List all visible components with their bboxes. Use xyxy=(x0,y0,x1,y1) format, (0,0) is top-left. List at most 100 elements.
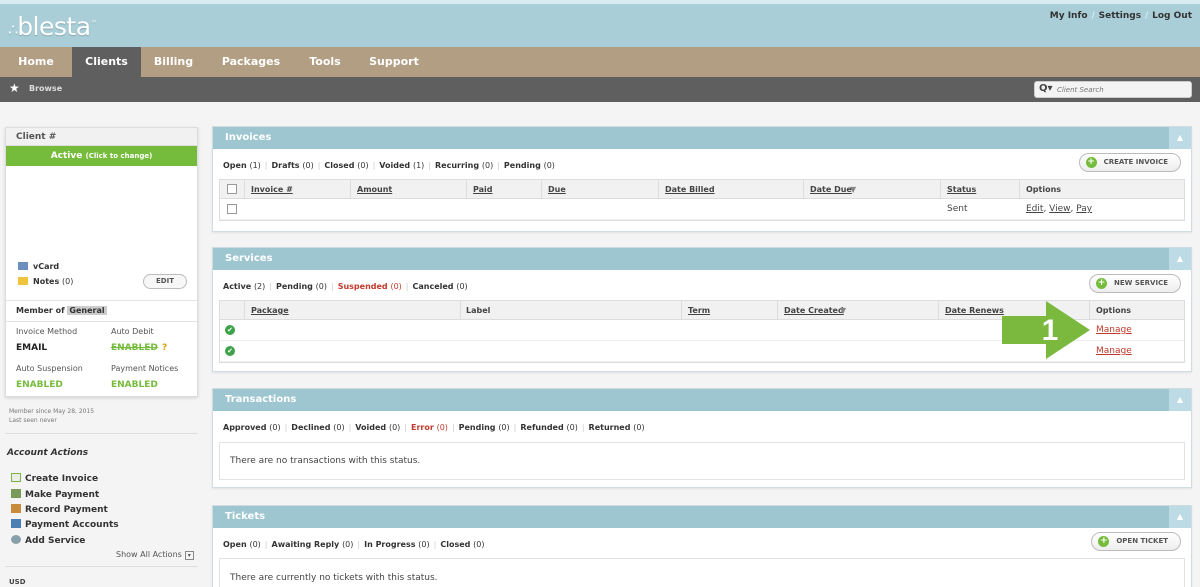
invoice-pay-link[interactable]: Pay xyxy=(1076,204,1092,214)
filter-in-progress[interactable]: In Progress (0) xyxy=(364,540,430,549)
filter-voided[interactable]: Voided (0) xyxy=(355,423,400,432)
payment-accounts-icon xyxy=(11,519,21,528)
create-invoice-icon xyxy=(11,473,21,482)
action-payment-accounts[interactable]: Payment Accounts xyxy=(11,519,119,530)
collapse-icon[interactable]: ▲ xyxy=(1169,389,1191,411)
sidebar-divider xyxy=(5,566,198,567)
top-bar: ∴blesta™ My Info / Settings / Log Out xyxy=(0,0,1200,47)
filter-error[interactable]: Error (0) xyxy=(411,423,448,432)
log-out-link[interactable]: Log Out xyxy=(1152,11,1192,21)
invoice-edit-link[interactable]: Edit xyxy=(1026,204,1043,214)
invoice-view-link[interactable]: View xyxy=(1049,204,1070,214)
col-due[interactable]: Due xyxy=(548,185,566,194)
filter-open[interactable]: Open (1) xyxy=(223,161,261,170)
invoice-filters: Open (1) | Drafts (0) | Closed (0) | Voided (1… xyxy=(223,161,555,170)
filter-refunded[interactable]: Refunded (0) xyxy=(520,423,577,432)
tickets-panel: Tickets ▲ Open (0) | Awaiting Reply (0) | In … xyxy=(212,505,1192,587)
client-status-hint: (Click to change) xyxy=(85,152,153,160)
tab-packages[interactable]: Packages xyxy=(206,47,296,77)
col-date-created[interactable]: Date Created xyxy=(784,306,844,315)
col-status[interactable]: Status xyxy=(947,185,976,194)
notes-link[interactable]: Notes (0) xyxy=(18,277,73,286)
action-create-invoice[interactable]: Create Invoice xyxy=(11,473,98,484)
star-icon: ★ xyxy=(9,81,20,95)
col-date-due[interactable]: Date Due xyxy=(810,185,852,194)
col-amount[interactable]: Amount xyxy=(357,185,392,194)
last-seen: Last seen never xyxy=(9,417,57,424)
main-nav: Home Clients Billing Packages Tools Supp… xyxy=(0,47,1200,77)
row-checkbox[interactable] xyxy=(227,204,237,214)
collapse-icon[interactable]: ▲ xyxy=(1169,248,1191,270)
filter-recurring[interactable]: Recurring (0) xyxy=(435,161,493,170)
blesta-logo[interactable]: ∴blesta™ xyxy=(8,12,97,41)
filter-approved[interactable]: Approved (0) xyxy=(223,423,281,432)
auto-debit-help-icon[interactable]: ? xyxy=(162,343,167,353)
account-actions-title: Account Actions xyxy=(7,448,89,458)
browse-link[interactable]: Browse xyxy=(29,84,62,93)
filter-drafts[interactable]: Drafts (0) xyxy=(272,161,314,170)
tickets-header: Tickets ▲ xyxy=(213,506,1191,528)
callout-arrow-icon: 1 xyxy=(1002,301,1090,359)
manage-service-link[interactable]: Manage xyxy=(1096,346,1132,356)
client-status-toggle[interactable]: Active (Click to change) xyxy=(6,146,197,166)
col-invoice-number[interactable]: Invoice # xyxy=(251,185,293,194)
vcard-link[interactable]: vCard xyxy=(18,262,59,271)
edit-client-button[interactable]: EDIT xyxy=(143,274,187,289)
new-service-button[interactable]: + NEW SERVICE xyxy=(1089,274,1181,293)
filter-closed[interactable]: Closed (0) xyxy=(440,540,484,549)
col-term[interactable]: Term xyxy=(688,306,710,315)
auto-suspension-value: ENABLED xyxy=(16,380,63,390)
plus-icon: + xyxy=(1096,278,1108,289)
col-date-renews[interactable]: Date Renews xyxy=(945,306,1004,315)
tab-billing[interactable]: Billing xyxy=(141,47,206,77)
payment-notices-label: Payment Notices xyxy=(111,364,179,373)
my-info-link[interactable]: My Info xyxy=(1050,11,1088,21)
col-date-billed[interactable]: Date Billed xyxy=(665,185,715,194)
collapse-icon[interactable]: ▲ xyxy=(1169,506,1191,528)
filter-pending[interactable]: Pending (0) xyxy=(276,282,327,291)
collapse-icon[interactable]: ▲ xyxy=(1169,127,1191,149)
search-icon[interactable]: Q▾ xyxy=(1039,83,1053,94)
action-make-payment[interactable]: Make Payment xyxy=(11,489,99,500)
select-all-checkbox[interactable] xyxy=(227,184,237,194)
open-ticket-button[interactable]: + OPEN TICKET xyxy=(1091,532,1181,551)
invoices-panel: Invoices ▲ Open (1) | Drafts (0) | Closed (0)… xyxy=(212,126,1192,232)
plus-icon: + xyxy=(1098,536,1110,547)
client-search-input[interactable] xyxy=(1057,83,1187,96)
filter-suspended[interactable]: Suspended (0) xyxy=(338,282,402,291)
sort-desc-icon: ▼ xyxy=(850,185,857,194)
tab-clients[interactable]: Clients xyxy=(72,47,141,77)
manage-service-link[interactable]: Manage xyxy=(1096,325,1132,335)
auto-debit-value[interactable]: ENABLED xyxy=(111,343,158,353)
active-status-icon: ✔ xyxy=(225,346,235,356)
filter-declined[interactable]: Declined (0) xyxy=(291,423,344,432)
filter-pending[interactable]: Pending (0) xyxy=(459,423,510,432)
filter-returned[interactable]: Returned (0) xyxy=(589,423,645,432)
top-links: My Info / Settings / Log Out xyxy=(1049,11,1192,21)
col-package[interactable]: Package xyxy=(251,306,289,315)
sub-nav: ★ Browse Q▾ xyxy=(0,77,1200,102)
logo-text: blesta xyxy=(17,12,91,41)
transactions-header: Transactions ▲ xyxy=(213,389,1191,411)
tab-home[interactable]: Home xyxy=(0,47,72,77)
notes-count: (0) xyxy=(62,277,74,286)
action-add-service[interactable]: Add Service xyxy=(11,535,85,546)
filter-closed[interactable]: Closed (0) xyxy=(324,161,368,170)
invoices-header: Invoices ▲ xyxy=(213,127,1191,149)
filter-canceled[interactable]: Canceled (0) xyxy=(413,282,468,291)
services-title: Services xyxy=(225,253,273,264)
tab-support[interactable]: Support xyxy=(354,47,434,77)
filter-open[interactable]: Open (0) xyxy=(223,540,261,549)
tab-tools[interactable]: Tools xyxy=(296,47,354,77)
col-paid[interactable]: Paid xyxy=(473,185,493,194)
filter-awaiting-reply[interactable]: Awaiting Reply (0) xyxy=(272,540,354,549)
create-invoice-button[interactable]: + CREATE INVOICE xyxy=(1078,153,1181,172)
action-record-payment[interactable]: Record Payment xyxy=(11,504,108,515)
filter-pending[interactable]: Pending (0) xyxy=(504,161,555,170)
ticket-filters: Open (0) | Awaiting Reply (0) | In Progress … xyxy=(223,540,485,549)
settings-link[interactable]: Settings xyxy=(1099,11,1141,21)
show-all-actions[interactable]: Show All Actions ▾ xyxy=(116,550,194,560)
filter-voided[interactable]: Voided (1) xyxy=(379,161,424,170)
filter-active[interactable]: Active (2) xyxy=(223,282,265,291)
make-payment-icon xyxy=(11,489,21,498)
